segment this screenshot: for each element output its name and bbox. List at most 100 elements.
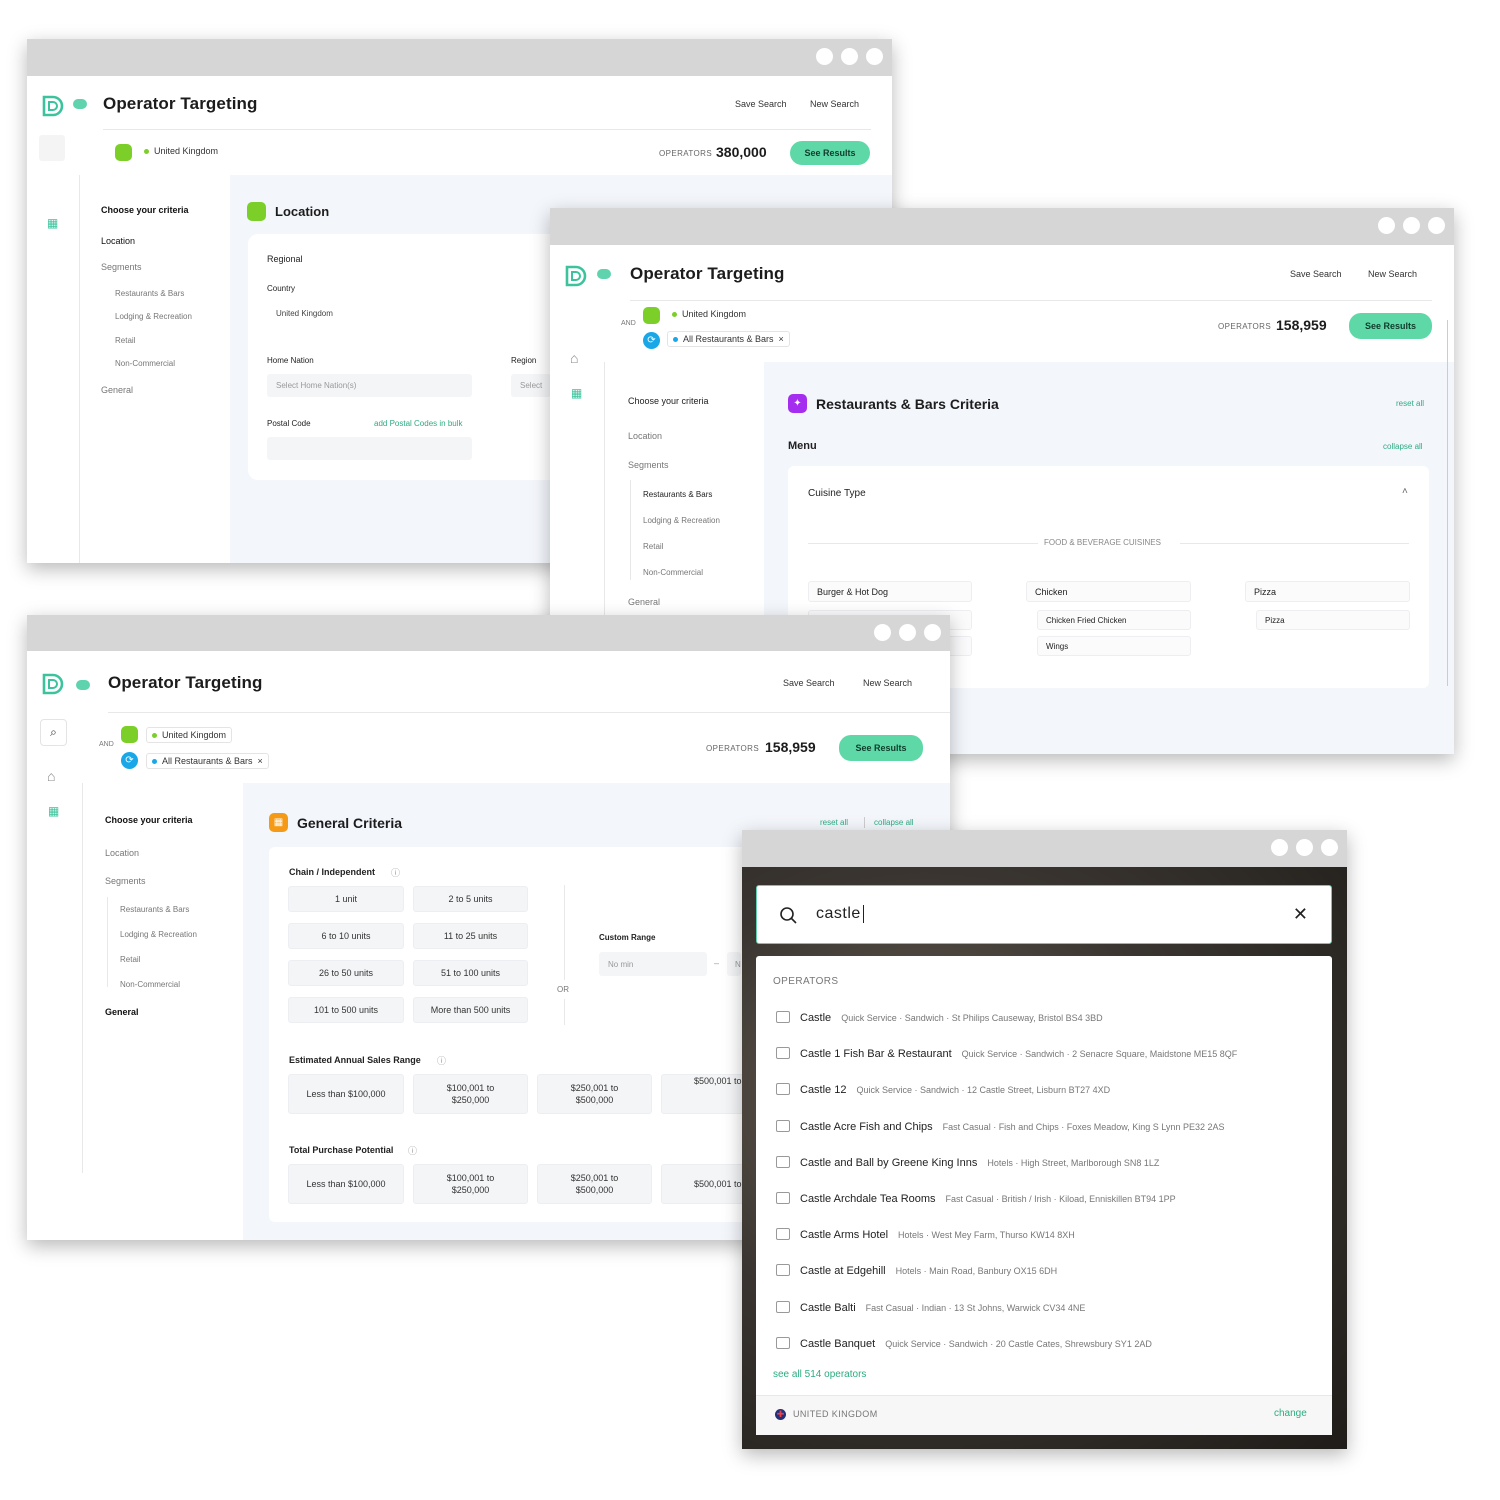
see-results-button[interactable]: See Results (1349, 313, 1432, 339)
chip-united-kingdom[interactable]: United Kingdom (146, 727, 233, 743)
sales-option-4[interactable]: $500,001 to $1,000,000 (661, 1074, 748, 1114)
chip-all-restaurants[interactable]: All Restaurants & Bars × (667, 331, 790, 347)
window-close-dot[interactable] (816, 48, 833, 65)
region-select[interactable]: Select (511, 374, 551, 397)
window-close-dot[interactable] (1271, 839, 1288, 856)
cuisine-chicken[interactable]: Chicken (1026, 581, 1191, 602)
reset-all-link[interactable]: reset all (1396, 399, 1424, 408)
window-minimize-dot[interactable] (1403, 217, 1420, 234)
sales-info-icon[interactable]: ⓘ (437, 1054, 446, 1067)
collapse-all-link[interactable]: collapse all (874, 818, 914, 827)
postal-code-input[interactable] (267, 437, 472, 460)
reset-all-link[interactable]: reset all (820, 818, 848, 827)
brand-logo-icon[interactable] (564, 264, 588, 288)
search-icon[interactable]: ⌕ (40, 719, 67, 746)
chain-option-2[interactable]: 2 to 5 units (413, 886, 528, 912)
home-icon[interactable]: ⌂ (570, 350, 578, 366)
nav-lodging[interactable]: Lodging & Recreation (643, 516, 720, 525)
nav-lodging[interactable]: Lodging & Recreation (115, 312, 192, 321)
window-maximize-dot[interactable] (924, 624, 941, 641)
custom-range-max[interactable]: N (727, 952, 741, 976)
purchase-option-4[interactable]: $500,001 to $1,000,000 (661, 1164, 748, 1204)
result-row[interactable]: Castle Quick Service · Sandwich · St Phil… (776, 1009, 1103, 1024)
nav-segments[interactable]: Segments (105, 876, 146, 886)
window-maximize-dot[interactable] (1321, 839, 1338, 856)
nav-segments[interactable]: Segments (628, 460, 669, 470)
window-close-dot[interactable] (1378, 217, 1395, 234)
nav-non-commercial[interactable]: Non-Commercial (643, 568, 703, 577)
window-minimize-dot[interactable] (841, 48, 858, 65)
save-search-button[interactable]: Save Search (1290, 269, 1342, 279)
sales-option-2[interactable]: $100,001 to $250,000 (413, 1074, 528, 1114)
window-minimize-dot[interactable] (1296, 839, 1313, 856)
purchase-option-1[interactable]: Less than $100,000 (288, 1164, 404, 1204)
save-search-button[interactable]: Save Search (735, 99, 787, 109)
sales-option-3[interactable]: $250,001 to $500,000 (537, 1074, 652, 1114)
chain-option-5[interactable]: 26 to 50 units (288, 960, 404, 986)
nav-retail[interactable]: Retail (115, 336, 135, 345)
change-country-link[interactable]: change (1274, 1408, 1307, 1419)
chain-option-4[interactable]: 11 to 25 units (413, 923, 528, 949)
custom-range-min[interactable]: No min (599, 952, 707, 976)
window-minimize-dot[interactable] (899, 624, 916, 641)
cuisine-pizza-sub[interactable]: Pizza (1256, 610, 1410, 630)
nav-segments[interactable]: Segments (101, 262, 142, 272)
nav-general[interactable]: General (101, 385, 133, 395)
purchase-option-3[interactable]: $250,001 to $500,000 (537, 1164, 652, 1204)
result-row[interactable]: Castle Banquet Quick Service · Sandwich ·… (776, 1335, 1152, 1350)
store-icon[interactable]: ▦ (48, 804, 59, 818)
search-bar[interactable]: castle ✕ (756, 885, 1332, 944)
chevron-up-icon[interactable]: ˄ (1402, 486, 1408, 497)
window-close-dot[interactable] (874, 624, 891, 641)
purchase-info-icon[interactable]: ⓘ (408, 1144, 417, 1157)
search-input[interactable]: castle (816, 905, 864, 923)
result-row[interactable]: Castle Acre Fish and Chips Fast Casual · … (776, 1118, 1224, 1133)
chip-all-restaurants[interactable]: All Restaurants & Bars × (146, 753, 269, 769)
store-icon[interactable]: ▦ (47, 216, 58, 230)
result-row[interactable]: Castle Arms Hotel Hotels · West Mey Farm,… (776, 1226, 1075, 1241)
chain-option-3[interactable]: 6 to 10 units (288, 923, 404, 949)
nav-lodging[interactable]: Lodging & Recreation (120, 930, 197, 939)
new-search-button[interactable]: New Search (863, 678, 912, 688)
chain-option-7[interactable]: 101 to 500 units (288, 997, 404, 1023)
clear-search-icon[interactable]: ✕ (1293, 904, 1308, 925)
cuisine-burger[interactable]: Burger & Hot Dog (808, 581, 972, 602)
nav-location[interactable]: Location (628, 431, 662, 441)
result-row[interactable]: Castle 12 Quick Service · Sandwich · 12 C… (776, 1081, 1110, 1096)
see-results-button[interactable]: See Results (790, 141, 870, 165)
result-row[interactable]: Castle and Ball by Greene King Inns Hotel… (776, 1154, 1159, 1169)
nav-restaurants-bars[interactable]: Restaurants & Bars (120, 905, 189, 914)
nav-location[interactable]: Location (105, 848, 139, 858)
result-row[interactable]: Castle Archdale Tea Rooms Fast Casual · B… (776, 1190, 1176, 1205)
chain-option-1[interactable]: 1 unit (288, 886, 404, 912)
chain-option-8[interactable]: More than 500 units (413, 997, 528, 1023)
purchase-option-2[interactable]: $100,001 to $250,000 (413, 1164, 528, 1204)
nav-general[interactable]: General (105, 1007, 139, 1017)
brand-logo-icon[interactable] (41, 672, 65, 696)
nav-restaurants-bars[interactable]: Restaurants & Bars (643, 490, 712, 499)
nav-restaurants-bars[interactable]: Restaurants & Bars (115, 289, 184, 298)
chain-info-icon[interactable]: ⓘ (391, 866, 400, 879)
chip-united-kingdom[interactable]: United Kingdom (667, 307, 752, 321)
chip-remove-icon[interactable]: × (258, 756, 263, 766)
chip-remove-icon[interactable]: × (779, 334, 784, 344)
result-row[interactable]: Castle Balti Fast Casual · Indian · 13 St… (776, 1299, 1085, 1314)
nav-retail[interactable]: Retail (643, 542, 663, 551)
result-row[interactable]: Castle 1 Fish Bar & Restaurant Quick Serv… (776, 1045, 1237, 1060)
scrollbar-track[interactable] (1447, 320, 1448, 686)
chip-united-kingdom[interactable]: United Kingdom (139, 144, 224, 158)
collapse-all-link[interactable]: collapse all (1383, 442, 1423, 451)
sales-option-1[interactable]: Less than $100,000 (288, 1074, 404, 1114)
see-results-button[interactable]: See Results (839, 735, 923, 761)
window-maximize-dot[interactable] (866, 48, 883, 65)
new-search-button[interactable]: New Search (810, 99, 859, 109)
nav-retail[interactable]: Retail (120, 955, 140, 964)
see-all-operators-link[interactable]: see all 514 operators (773, 1369, 866, 1380)
nav-location[interactable]: Location (101, 236, 135, 246)
country-value[interactable]: United Kingdom (276, 309, 333, 318)
store-icon[interactable]: ▦ (571, 386, 582, 400)
postal-bulk-link[interactable]: add Postal Codes in bulk (374, 419, 463, 428)
brand-logo-icon[interactable] (41, 94, 65, 118)
nav-non-commercial[interactable]: Non-Commercial (120, 980, 180, 989)
nav-general[interactable]: General (628, 597, 660, 607)
